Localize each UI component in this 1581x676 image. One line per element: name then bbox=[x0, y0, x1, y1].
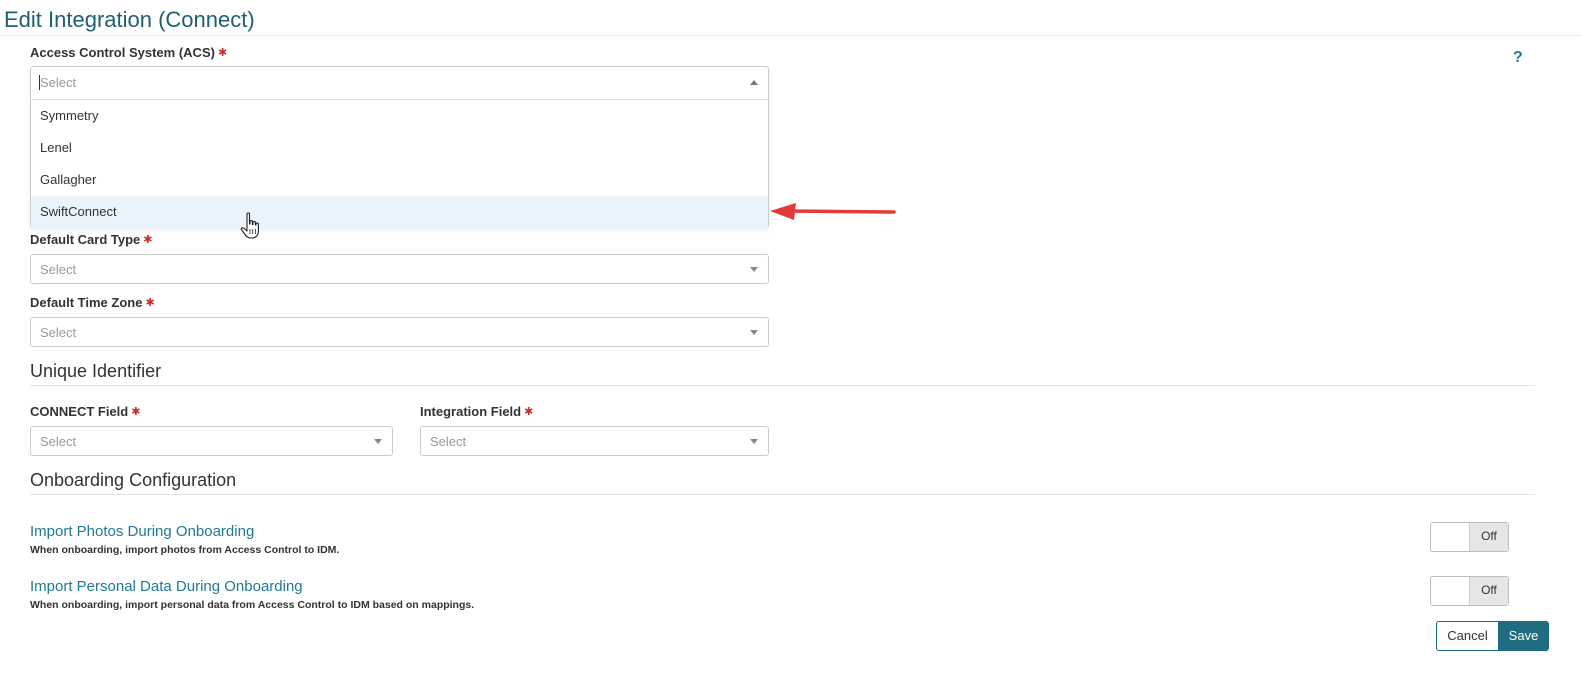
connect-field-select[interactable]: Select bbox=[30, 426, 393, 456]
annotation-arrow-icon bbox=[770, 203, 896, 220]
chevron-down-icon[interactable] bbox=[374, 439, 382, 444]
default-card-type-select[interactable]: Select bbox=[30, 254, 769, 284]
integration-field-label: Integration Field ✱ bbox=[420, 404, 533, 419]
chevron-down-icon[interactable] bbox=[750, 330, 758, 335]
title-divider bbox=[0, 35, 1581, 36]
integration-field-label-text: Integration Field bbox=[420, 404, 522, 419]
hand-cursor-icon bbox=[240, 212, 259, 239]
chevron-down-icon[interactable] bbox=[750, 439, 758, 444]
toggle-state-label: Off bbox=[1470, 523, 1508, 551]
required-icon: ✱ bbox=[143, 234, 153, 246]
default-card-type-label-text: Default Card Type bbox=[30, 232, 141, 247]
connect-field-placeholder: Select bbox=[40, 434, 77, 449]
help-icon[interactable]: ? bbox=[1513, 49, 1523, 67]
acs-search-input[interactable]: Select bbox=[31, 67, 768, 100]
required-icon: ✱ bbox=[217, 47, 228, 59]
acs-option-gallagher[interactable]: Gallagher bbox=[31, 164, 768, 196]
import-photos-toggle[interactable]: Off bbox=[1430, 522, 1509, 552]
connect-field-label-text: CONNECT Field bbox=[30, 404, 129, 419]
import-personal-data-description: When onboarding, import personal data fr… bbox=[30, 599, 475, 611]
onboarding-configuration-heading: Onboarding Configuration bbox=[30, 470, 237, 490]
acs-option-symmetry[interactable]: Symmetry bbox=[31, 100, 768, 132]
chevron-down-icon[interactable] bbox=[750, 267, 758, 272]
required-icon: ✱ bbox=[145, 297, 155, 309]
unique-identifier-heading: Unique Identifier bbox=[30, 361, 162, 381]
import-photos-title: Import Photos During Onboarding bbox=[30, 523, 255, 540]
default-time-zone-label-text: Default Time Zone bbox=[30, 295, 143, 310]
section-divider bbox=[30, 385, 1535, 386]
required-icon: ✱ bbox=[131, 406, 141, 418]
cancel-button[interactable]: Cancel bbox=[1436, 621, 1499, 651]
acs-placeholder: Select bbox=[40, 75, 77, 90]
import-personal-data-title: Import Personal Data During Onboarding bbox=[30, 578, 303, 595]
default-time-zone-select[interactable]: Select bbox=[30, 317, 769, 347]
import-personal-data-toggle[interactable]: Off bbox=[1430, 576, 1509, 606]
chevron-up-icon[interactable] bbox=[750, 80, 758, 85]
acs-option-swiftconnect[interactable]: SwiftConnect bbox=[31, 196, 768, 228]
default-time-zone-label: Default Time Zone ✱ bbox=[30, 295, 155, 310]
default-card-type-label: Default Card Type ✱ bbox=[30, 232, 153, 247]
import-photos-description: When onboarding, import photos from Acce… bbox=[30, 544, 340, 556]
toggle-knob bbox=[1431, 523, 1470, 551]
acs-label: Access Control System (ACS) ✱ bbox=[30, 45, 227, 60]
section-divider bbox=[30, 494, 1535, 495]
integration-field-placeholder: Select bbox=[430, 434, 467, 449]
default-time-zone-placeholder: Select bbox=[40, 325, 77, 340]
connect-field-label: CONNECT Field ✱ bbox=[30, 404, 140, 419]
required-icon: ✱ bbox=[524, 406, 534, 418]
acs-label-text: Access Control System (ACS) bbox=[30, 45, 215, 60]
page-title: Edit Integration (Connect) bbox=[4, 7, 255, 32]
integration-field-select[interactable]: Select bbox=[420, 426, 769, 456]
default-card-type-placeholder: Select bbox=[40, 262, 77, 277]
page: Edit Integration (Connect) ? Access Cont… bbox=[0, 0, 1581, 676]
acs-option-lenel[interactable]: Lenel bbox=[31, 132, 768, 164]
save-button[interactable]: Save bbox=[1498, 621, 1549, 651]
toggle-knob bbox=[1431, 577, 1470, 605]
acs-dropdown[interactable]: Select Symmetry Lenel Gallagher SwiftCon… bbox=[30, 66, 769, 228]
toggle-state-label: Off bbox=[1470, 577, 1508, 605]
